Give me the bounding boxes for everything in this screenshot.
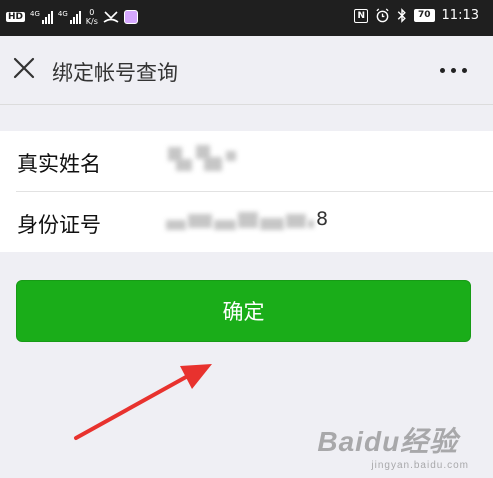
signal-network-label: 4G: [30, 10, 40, 18]
watermark-main: Baidu经验: [317, 426, 459, 457]
id-row[interactable]: 身份证号 8: [0, 192, 493, 252]
id-label: 身份证号: [17, 213, 101, 237]
speed-value: 0: [89, 8, 95, 17]
name-input[interactable]: [160, 143, 460, 179]
more-icon[interactable]: [440, 68, 467, 73]
app-notification-icon: [123, 10, 138, 24]
close-icon[interactable]: [12, 56, 36, 80]
signal-network-label: 4G: [57, 10, 68, 18]
bluetooth-icon: [397, 8, 406, 23]
missed-call-icon: [103, 11, 119, 23]
status-left: HD 4G 4G 0 K/s: [6, 8, 138, 26]
alarm-icon: [376, 8, 389, 23]
battery-icon: 70: [414, 9, 435, 22]
id-visible-digit: 8: [316, 208, 329, 230]
id-input[interactable]: 8: [160, 204, 460, 240]
signal-icon: 4G: [58, 10, 81, 24]
name-label: 真实姓名: [17, 152, 101, 176]
hd-badge: HD: [6, 12, 26, 22]
name-row[interactable]: 真实姓名: [0, 131, 493, 192]
status-time: 11:13: [441, 8, 479, 23]
status-bar: HD 4G 4G 0 K/s N 70 11:13: [0, 0, 493, 36]
page-title: 绑定帐号查询: [52, 61, 178, 85]
account-form: 真实姓名 身份证号 8: [0, 131, 493, 252]
baidu-watermark: Baidu经验 jingyan.baidu.com: [317, 420, 469, 471]
nfc-icon: N: [354, 8, 368, 23]
network-speed: 0 K/s: [86, 8, 98, 26]
speed-unit: K/s: [85, 17, 98, 26]
confirm-button[interactable]: 确定: [16, 280, 471, 342]
signal-icon: 4G: [30, 10, 53, 24]
navigation-bar: 绑定帐号查询: [0, 36, 493, 105]
watermark-sub: jingyan.baidu.com: [371, 460, 469, 471]
status-right: N 70 11:13: [354, 8, 479, 23]
